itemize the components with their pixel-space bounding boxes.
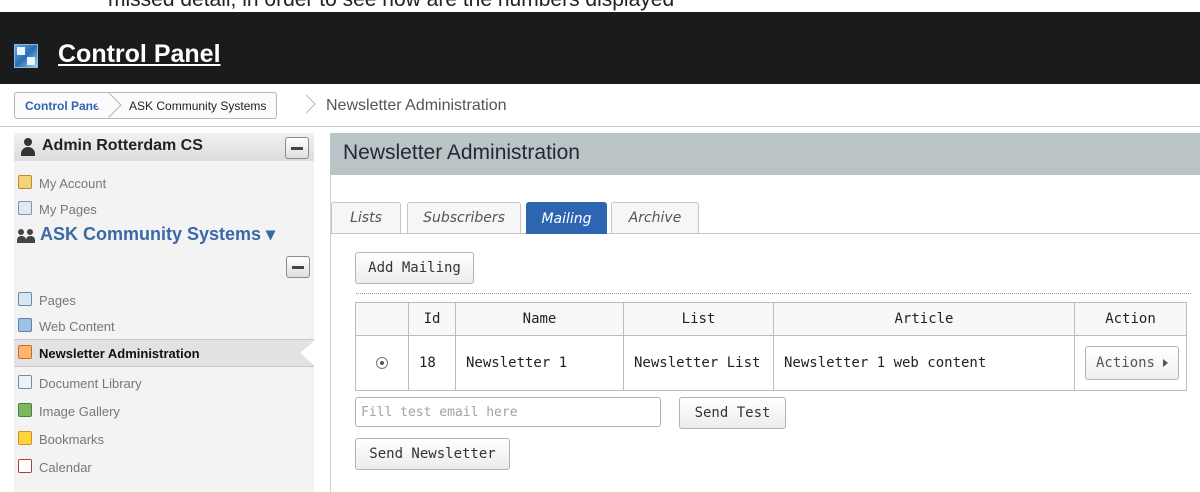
newsletter-icon: [18, 345, 32, 359]
sidebar-item-image-gallery[interactable]: Image Gallery: [14, 398, 314, 424]
image-gallery-icon: [18, 403, 32, 417]
control-panel-logo-icon[interactable]: [14, 44, 38, 68]
user-icon: [20, 138, 36, 156]
sidebar-item-web-content[interactable]: Web Content: [14, 313, 314, 339]
row-list: Newsletter List: [623, 335, 774, 391]
tab-mailing[interactable]: Mailing: [526, 202, 607, 234]
sidebar-item-calendar[interactable]: Calendar: [14, 454, 314, 480]
sidebar-item-label: Calendar: [39, 460, 92, 475]
sidebar-item-label: My Account: [39, 176, 107, 191]
sidebar-item-document-library[interactable]: Document Library: [14, 370, 314, 396]
sidebar-item-label: My Pages: [39, 202, 97, 217]
my-pages-icon: [18, 201, 32, 215]
sidebar-item-newsletter-administration[interactable]: Newsletter Administration: [14, 339, 314, 367]
sidebar-community-header[interactable]: ASK Community Systems ▾: [14, 223, 314, 249]
breadcrumb-item-control-panel[interactable]: Control Panel: [15, 93, 113, 118]
tab-lists[interactable]: Lists: [331, 202, 401, 233]
row-article: Newsletter 1 web content: [773, 335, 1075, 391]
calendar-icon: [18, 459, 32, 473]
sidebar-item-label: Pages: [39, 293, 76, 308]
mailing-table: Id Name List Article Action 18 Newslette…: [355, 302, 1187, 391]
sidebar-user-title: Admin Rotterdam CS: [42, 137, 203, 154]
group-icon: [17, 229, 35, 243]
sidebar-item-pages[interactable]: Pages: [14, 287, 314, 313]
row-action-cell: Actions: [1074, 335, 1187, 391]
web-content-icon: [18, 318, 32, 332]
top-caption-text: missed detail, in order to see how are t…: [108, 0, 674, 12]
sidebar-item-my-pages[interactable]: My Pages: [14, 196, 314, 222]
send-test-button[interactable]: Send Test: [679, 397, 786, 429]
top-caption: missed detail, in order to see how are t…: [0, 0, 1200, 12]
sidebar-item-my-account[interactable]: My Account: [14, 170, 314, 196]
collapse-community-button[interactable]: [286, 256, 310, 278]
column-list: List: [623, 302, 774, 336]
breadcrumb-item-community[interactable]: ASK Community Systems: [113, 93, 276, 118]
document-library-icon: [18, 375, 32, 389]
column-id: Id: [408, 302, 456, 336]
sidebar-item-label: Web Content: [39, 319, 115, 334]
row-name: Newsletter 1: [455, 335, 624, 391]
breadcrumb-current: Newsletter Administration: [326, 97, 507, 114]
caret-right-icon: [1163, 359, 1168, 367]
table-row: 18 Newsletter 1 Newsletter List Newslett…: [355, 335, 1187, 391]
main-content: Newsletter Administration Lists Subscrib…: [330, 133, 1200, 492]
user-settings-icon: [18, 175, 32, 189]
tab-subscribers[interactable]: Subscribers: [407, 202, 521, 233]
collapse-user-button[interactable]: [285, 137, 309, 159]
actions-menu-button[interactable]: Actions: [1085, 346, 1179, 380]
active-item-pointer-icon: [300, 340, 315, 366]
portlet-header: Newsletter Administration: [330, 133, 1200, 175]
page-title: Newsletter Administration: [343, 141, 580, 164]
portlet-body: Lists Subscribers Mailing Archive Add Ma…: [330, 175, 1200, 492]
bookmarks-icon: [18, 431, 32, 445]
control-panel-title-link[interactable]: Control Panel: [58, 40, 221, 69]
sidebar: Admin Rotterdam CS My Account My Pages A…: [14, 133, 314, 492]
tab-archive[interactable]: Archive: [611, 202, 699, 233]
app-header: Control Panel: [0, 12, 1200, 84]
tab-bar: Lists Subscribers Mailing Archive: [331, 193, 1200, 234]
breadcrumb: Control Panel ASK Community Systems: [14, 92, 278, 119]
breadcrumb-bar: Control Panel ASK Community Systems News…: [0, 84, 1200, 127]
column-name: Name: [455, 302, 624, 336]
sidebar-item-label: Image Gallery: [39, 404, 120, 419]
sidebar-user-header: Admin Rotterdam CS: [14, 133, 314, 161]
send-newsletter-button[interactable]: Send Newsletter: [355, 438, 510, 470]
column-article: Article: [773, 302, 1075, 336]
breadcrumb-chevron-icon: [306, 92, 320, 117]
sidebar-item-bookmarks[interactable]: Bookmarks: [14, 426, 314, 452]
table-header-row: Id Name List Article Action: [355, 302, 1187, 336]
sidebar-community-title: ASK Community Systems ▾: [40, 224, 276, 244]
sidebar-item-label: Bookmarks: [39, 432, 105, 447]
test-email-input[interactable]: [355, 397, 661, 427]
add-mailing-button[interactable]: Add Mailing: [355, 252, 474, 284]
row-id: 18: [408, 335, 456, 391]
row-select-cell[interactable]: [355, 335, 409, 391]
pages-icon: [18, 292, 32, 306]
divider: [356, 293, 1191, 294]
sidebar-item-label: Newsletter Administration: [39, 346, 200, 361]
sidebar-item-label: Document Library: [39, 376, 142, 391]
row-radio-button[interactable]: [375, 357, 388, 369]
actions-label: Actions: [1095, 355, 1155, 371]
column-action: Action: [1074, 302, 1187, 336]
column-select: [355, 302, 409, 336]
